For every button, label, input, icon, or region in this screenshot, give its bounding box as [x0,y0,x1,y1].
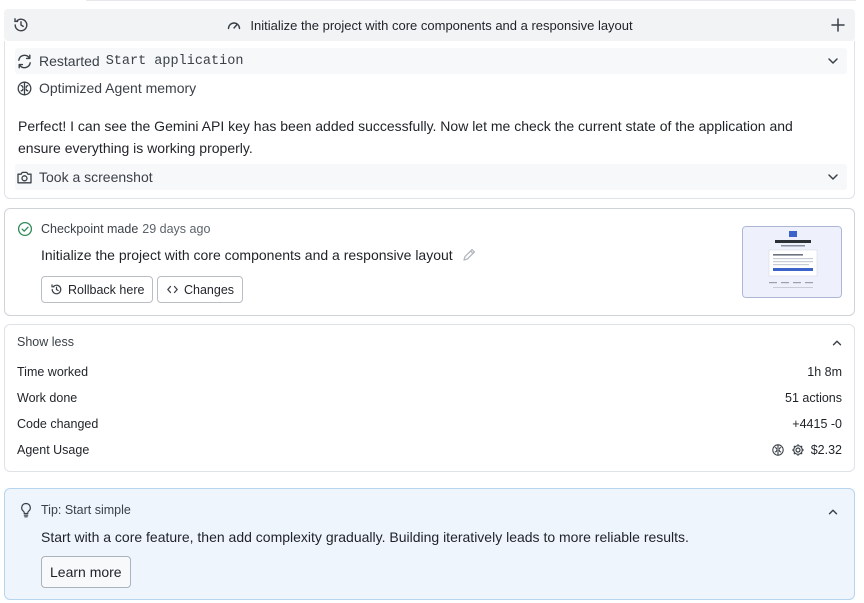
camera-icon [15,168,33,186]
header-title[interactable]: Initialize the project with core compone… [250,18,632,33]
stat-row-agent-usage: Agent Usage $2.32 [17,441,842,459]
stat-label: Time worked [17,365,89,379]
stat-label: Code changed [17,417,99,431]
chat-header: Initialize the project with core compone… [4,9,855,41]
refresh-icon [15,52,33,70]
checkpoint-age: 29 days ago [142,222,211,236]
learn-more-button[interactable]: Learn more [41,556,131,588]
brain-icon[interactable] [771,443,785,457]
restarted-row[interactable]: Restarted Start application [15,48,847,74]
brain-icon [15,79,33,97]
tip-text: Start with a core feature, then add comp… [41,529,689,545]
chevron-down-icon[interactable] [825,169,841,185]
restarted-target: Start application [105,53,244,69]
stat-row-time-worked: Time worked 1h 8m [17,363,842,381]
gear-icon[interactable] [791,443,805,457]
optimized-label: Optimized Agent memory [39,80,197,96]
checkpoint-title: Initialize the project with core compone… [41,247,453,263]
chevron-up-icon[interactable] [826,505,840,519]
stats-card: Show less Time worked 1h 8m Work done 51… [4,324,855,472]
stat-row-work-done: Work done 51 actions [17,389,842,407]
screenshot-row[interactable]: Took a screenshot [15,164,847,190]
chevron-down-icon[interactable] [825,53,841,69]
stat-row-code-changed: Code changed +4415 -0 [17,415,842,433]
stat-value: 51 actions [785,391,842,405]
changes-button[interactable]: Changes [157,276,244,303]
show-less-toggle[interactable]: Show less [17,335,74,349]
tip-card: Tip: Start simple Start with a core feat… [4,488,855,600]
gauge-icon [226,17,242,33]
screenshot-label: Took a screenshot [39,169,153,185]
checkpoint-preview-thumbnail[interactable] [742,226,842,298]
stat-label: Work done [17,391,78,405]
changes-label: Changes [184,282,235,297]
new-chat-plus-icon[interactable] [829,16,847,34]
stat-label: Agent Usage [17,443,90,457]
optimized-row: Optimized Agent memory [15,75,847,101]
chevron-up-icon[interactable] [830,336,844,350]
rollback-button[interactable]: Rollback here [41,276,154,303]
top-divider [86,0,856,1]
tip-title: Tip: Start simple [41,503,131,517]
pencil-icon[interactable] [461,247,477,263]
checkpoint-card: Checkpoint made 29 days ago Initialize t… [4,208,855,316]
rollback-label: Rollback here [68,282,145,297]
stat-value: $2.32 [810,443,842,457]
stat-value: +4415 -0 [792,417,842,431]
restarted-label: Restarted [39,53,100,69]
history-icon [50,283,63,296]
check-circle-icon [17,221,33,237]
agent-message: Perfect! I can see the Gemini API key ha… [18,118,793,156]
activity-card: Restarted Start application Optimized Ag… [4,41,855,199]
code-icon [166,283,179,296]
checkpoint-label: Checkpoint made [41,222,139,236]
stat-value: 1h 8m [807,365,842,379]
lightbulb-icon [19,502,33,518]
